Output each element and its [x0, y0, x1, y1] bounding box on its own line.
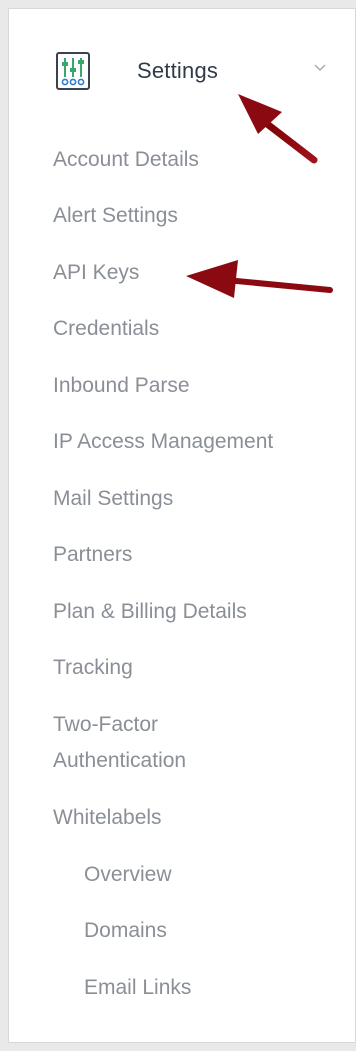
- settings-header[interactable]: Settings: [9, 9, 355, 129]
- settings-title: Settings: [137, 58, 219, 83]
- menu-item-api-keys[interactable]: API Keys: [53, 255, 139, 291]
- submenu-item-overview[interactable]: Overview: [84, 857, 172, 893]
- menu-item-partners[interactable]: Partners: [53, 537, 132, 573]
- settings-sliders-icon: [56, 52, 90, 90]
- menu-item-account-details[interactable]: Account Details: [53, 142, 199, 178]
- submenu-item-email-links[interactable]: Email Links: [84, 970, 191, 1006]
- settings-sidebar: Settings Account Details Alert Settings …: [8, 8, 356, 1043]
- menu-item-credentials[interactable]: Credentials: [53, 311, 159, 347]
- menu-item-ip-access-management[interactable]: IP Access Management: [53, 424, 273, 460]
- menu-item-mail-settings[interactable]: Mail Settings: [53, 481, 173, 517]
- chevron-down-icon[interactable]: [312, 59, 328, 75]
- menu-item-inbound-parse[interactable]: Inbound Parse: [53, 368, 190, 404]
- menu-item-plan-billing-details[interactable]: Plan & Billing Details: [53, 594, 247, 630]
- menu-item-tracking[interactable]: Tracking: [53, 650, 133, 686]
- submenu-item-domains[interactable]: Domains: [84, 913, 167, 949]
- menu-item-whitelabels[interactable]: Whitelabels: [53, 800, 162, 836]
- menu-item-two-factor-authentication[interactable]: Two-Factor Authentication: [53, 707, 293, 779]
- menu-item-alert-settings[interactable]: Alert Settings: [53, 198, 178, 234]
